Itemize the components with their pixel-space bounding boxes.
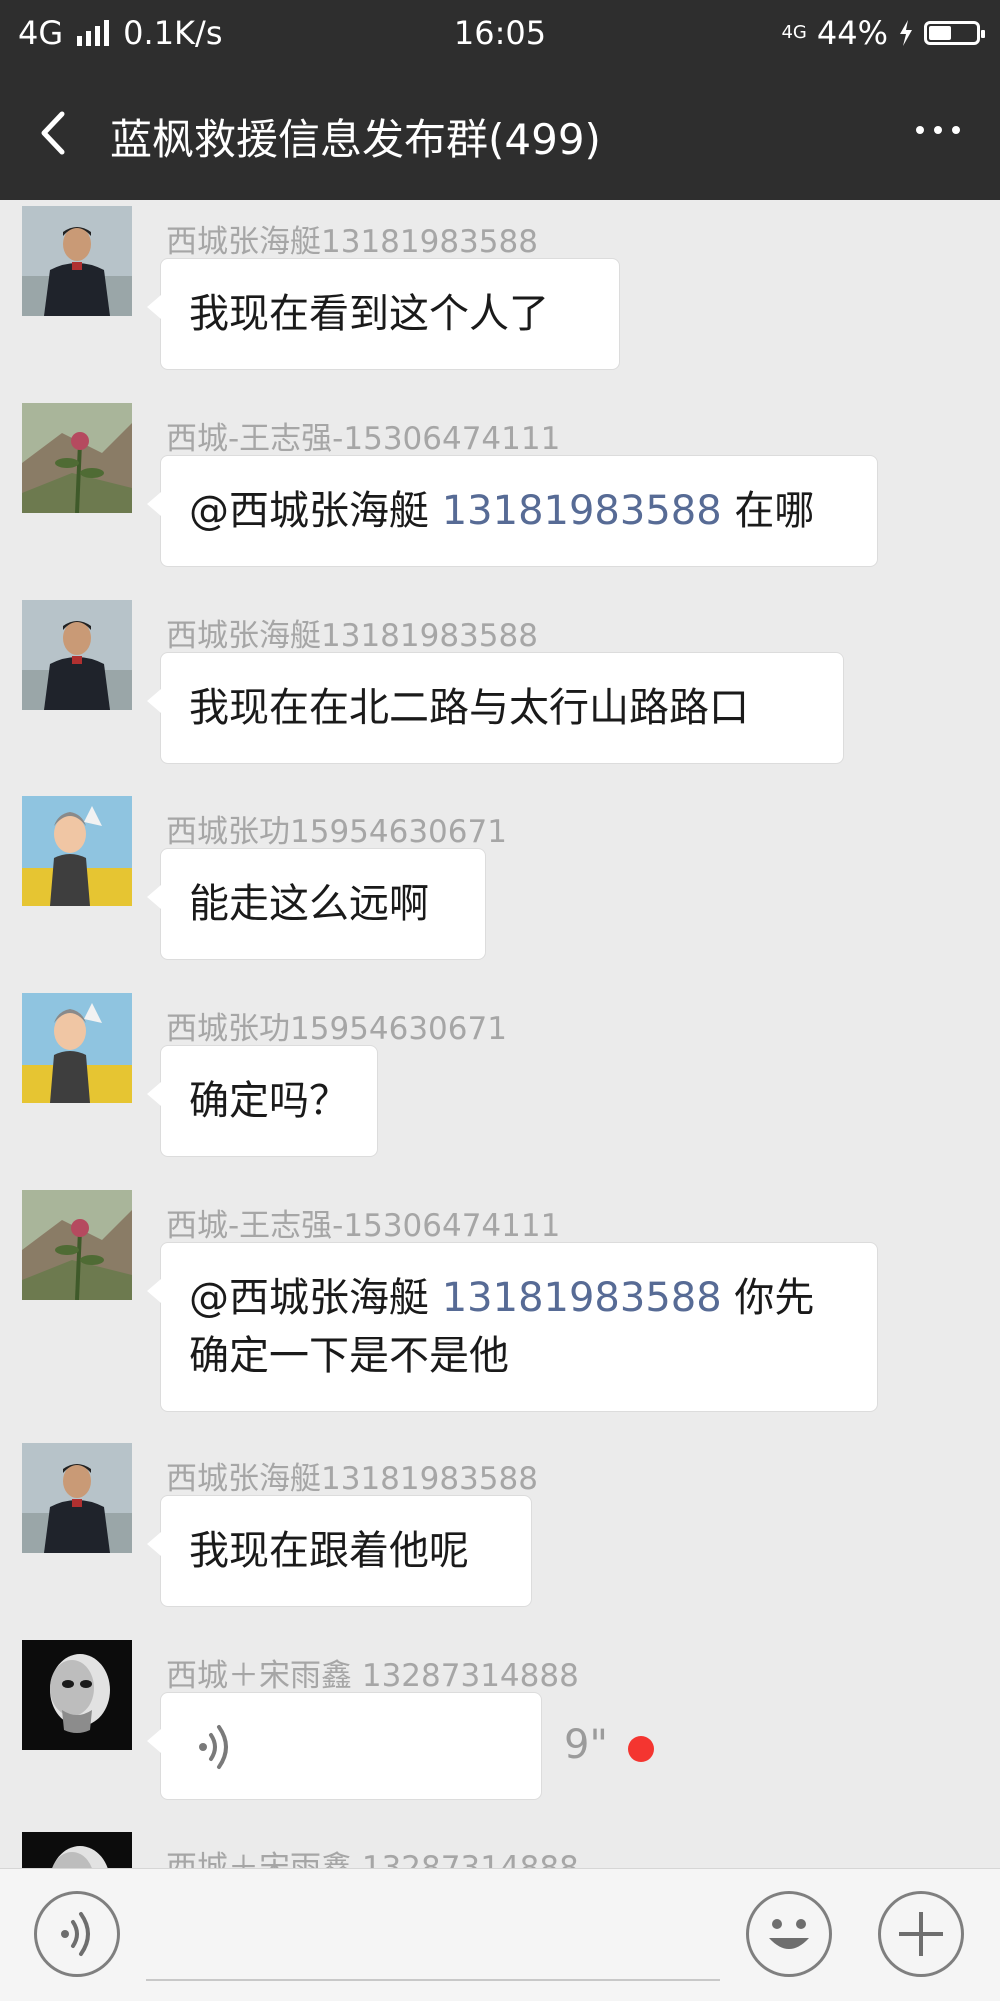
sender-name: 西城张功15954630671 (166, 1011, 507, 1047)
sender-name: 西城-王志强-15306474111 (166, 1208, 561, 1244)
sender-name: 西城张海艇13181983588 (166, 618, 538, 654)
mention-text: @西城张海艇 (189, 1275, 442, 1321)
avatar[interactable] (22, 796, 132, 906)
avatar[interactable] (22, 403, 132, 513)
avatar[interactable] (22, 1640, 132, 1750)
voice-message-bubble[interactable] (147, 1692, 542, 1800)
voice-mode-button[interactable] (34, 1891, 120, 1977)
message-text-line2: 确定一下是不是他 (189, 1333, 509, 1379)
battery-percent: 44% (816, 14, 888, 52)
phone-link[interactable]: 13181983588 (442, 488, 722, 534)
message-bubble[interactable]: @西城张海艇 13181983588 在哪 (147, 455, 878, 567)
message-text: 我现在在北二路与太行山路路口 (189, 685, 749, 731)
avatar[interactable] (22, 993, 132, 1103)
message-text: 我现在看到这个人了 (189, 291, 549, 337)
avatar[interactable] (22, 206, 132, 316)
battery-icon (924, 21, 985, 45)
message-bubble[interactable]: 能走这么远啊 (147, 848, 486, 960)
message-bubble[interactable]: 确定吗？ (147, 1045, 378, 1157)
status-bar: 4G 0.1K/s 16:05 4G 44% (0, 0, 1000, 68)
message-bubble[interactable]: 我现在跟着他呢 (147, 1495, 532, 1607)
more-icon[interactable] (916, 126, 960, 134)
message-text: 我现在跟着他呢 (189, 1528, 469, 1574)
message-list[interactable]: 西城张海艇13181983588 我现在看到这个人了 西城-王志强-153064… (0, 200, 1000, 1868)
phone-link[interactable]: 13181983588 (442, 1275, 722, 1321)
back-arrow-icon[interactable] (30, 108, 80, 158)
message-bubble[interactable]: 我现在在北二路与太行山路路口 (147, 652, 844, 764)
chat-title: 蓝枫救援信息发布群(499) (110, 115, 601, 164)
charging-icon (900, 20, 912, 46)
message-text: 确定吗？ (189, 1078, 349, 1124)
message-text: 在哪 (721, 488, 815, 534)
mention-text: @西城张海艇 (189, 488, 442, 534)
more-actions-button[interactable] (878, 1891, 964, 1977)
avatar[interactable] (22, 1832, 132, 1868)
message-text: 你先 (721, 1275, 815, 1321)
message-text: 能走这么远啊 (189, 881, 429, 927)
unread-dot (628, 1736, 654, 1762)
sender-name: 西城张海艇13181983588 (166, 224, 538, 260)
chat-header: 蓝枫救援信息发布群(499) (0, 68, 1000, 200)
voice-mode-icon (61, 1912, 90, 1956)
sender-name: 西城张海艇13181983588 (166, 1461, 538, 1497)
message-bubble[interactable]: @西城张海艇 13181983588 你先 确定一下是不是他 (147, 1242, 878, 1412)
voice-duration: 9" (564, 1722, 608, 1768)
emoji-button[interactable] (746, 1891, 832, 1977)
network-right-label: 4G (781, 22, 807, 43)
emoji-icon (769, 1919, 809, 1949)
clock: 16:05 (453, 14, 547, 52)
message-input[interactable] (146, 1979, 720, 1981)
plus-icon (899, 1912, 943, 1956)
message-bubble[interactable]: 我现在看到这个人了 (147, 258, 620, 370)
avatar[interactable] (22, 1443, 132, 1553)
sender-name: 西城＋宋雨鑫 13287314888 (166, 1658, 579, 1694)
input-bar (0, 1868, 1000, 2001)
sender-name: 西城＋宋雨鑫 13287314888 (166, 1850, 579, 1868)
sender-name: 西城张功15954630671 (166, 814, 507, 850)
sender-name: 西城-王志强-15306474111 (166, 421, 561, 457)
avatar[interactable] (22, 600, 132, 710)
voice-wave-icon (199, 1725, 228, 1769)
avatar[interactable] (22, 1190, 132, 1300)
